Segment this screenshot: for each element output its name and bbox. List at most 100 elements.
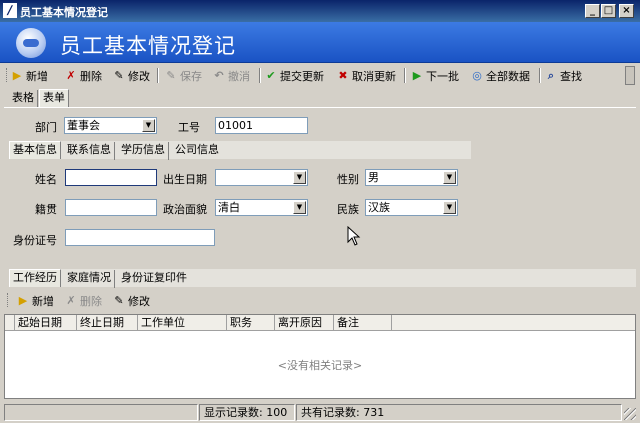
tab-basic-info[interactable]: 基本信息 [9, 141, 61, 159]
toolbar-button-label: 下一批 [426, 69, 459, 83]
grid-header: 起始日期 终止日期 工作单位 职务 离开原因 备注 [5, 315, 635, 331]
department-select[interactable]: 董事会 ▼ [64, 117, 157, 134]
toolbar-add-button[interactable]: ▶ 新增 [10, 67, 48, 84]
column-header-remarks[interactable]: 备注 [334, 315, 392, 330]
delete-icon: ✗ [66, 68, 76, 82]
edit-icon: ✎ [114, 68, 124, 82]
political-status-select[interactable]: 清白 ▼ [215, 199, 308, 216]
add-icon: ▶ [18, 293, 28, 307]
tab-family[interactable]: 家庭情况 [64, 270, 115, 288]
toolbar-button-label: 撤消 [228, 69, 250, 83]
column-header-leave-reason[interactable]: 离开原因 [275, 315, 334, 330]
window-title: 员工基本情况登记 [20, 6, 108, 19]
sub-toolbar-edit-button[interactable]: ✎ 修改 [112, 292, 150, 309]
column-header-end-date[interactable]: 终止日期 [77, 315, 138, 330]
department-value: 董事会 [67, 119, 100, 132]
tab-education-info[interactable]: 学历信息 [118, 142, 169, 160]
maximize-button[interactable]: □ [601, 4, 616, 18]
department-label: 部门 [35, 121, 57, 134]
political-status-label: 政治面貌 [163, 203, 207, 216]
birthdate-picker[interactable]: ▼ [215, 169, 308, 186]
chevron-down-icon[interactable]: ▼ [443, 201, 456, 214]
gender-select[interactable]: 男 ▼ [365, 169, 458, 186]
native-place-field[interactable] [65, 199, 157, 216]
check-icon: ✔ [266, 68, 276, 82]
banner-logo-icon [16, 28, 46, 58]
resize-grip[interactable] [624, 408, 636, 420]
edit-icon: ✎ [114, 293, 124, 307]
column-header-position[interactable]: 职务 [227, 315, 275, 330]
delete-icon: ✗ [66, 293, 76, 307]
tab-company-info[interactable]: 公司信息 [172, 142, 222, 160]
employee-no-label: 工号 [178, 121, 200, 134]
divider [4, 107, 636, 108]
column-header-employer[interactable]: 工作单位 [138, 315, 227, 330]
toolbar-button-label: 新增 [32, 294, 54, 308]
status-cell-blank [4, 404, 198, 421]
close-button[interactable]: × [619, 4, 634, 18]
toolbar-button-label: 保存 [180, 69, 202, 83]
toolbar-overflow-button[interactable] [625, 66, 635, 85]
toolbar-button-label: 查找 [560, 69, 582, 83]
tab-id-card-copy[interactable]: 身份证复印件 [118, 270, 190, 288]
next-batch-icon: ▶ [412, 68, 422, 82]
header-banner: 员工基本情况登记 [0, 22, 640, 63]
toolbar-button-label: 取消更新 [352, 69, 396, 83]
native-place-label: 籍贯 [35, 203, 57, 216]
chevron-down-icon[interactable]: ▼ [142, 119, 155, 132]
banner-title: 员工基本情况登记 [60, 34, 236, 58]
tab-work-history[interactable]: 工作经历 [9, 269, 61, 287]
toolbar-button-label: 修改 [128, 294, 150, 308]
toolbar-check-button[interactable]: ✔ 提交更新 [264, 67, 324, 84]
shown-records-count: 显示记录数: 100 [199, 404, 295, 421]
name-label: 姓名 [35, 173, 57, 186]
toolbar-grip[interactable] [7, 293, 10, 307]
toolbar-button-label: 删除 [80, 69, 102, 83]
tab-grid-view[interactable]: 表格 [9, 90, 38, 108]
toolbar-undo-button[interactable]: ↶ 撤消 [212, 67, 250, 84]
tab-form-view[interactable]: 表单 [39, 89, 69, 107]
sub-toolbar-delete-button[interactable]: ✗ 删除 [64, 292, 102, 309]
toolbar-next-batch-button[interactable]: ▶ 下一批 [410, 67, 459, 84]
tab-contact-info[interactable]: 联系信息 [64, 142, 115, 160]
undo-icon: ↶ [214, 68, 224, 82]
id-card-field[interactable] [65, 229, 215, 246]
toolbar-grip[interactable] [6, 68, 9, 82]
chevron-down-icon[interactable]: ▼ [443, 171, 456, 184]
toolbar-separator [539, 68, 541, 83]
toolbar-all-data-button[interactable]: ◎ 全部数据 [470, 67, 530, 84]
main-toolbar: ▶ 新增 ✗ 删除 ✎ 修改 ✎ 保存 ↶ 撤消 ✔ 提交更新 ✖ 取消更新 ▶ 下一批 ◎ 全部数据 ⌕ 查找 [0, 64, 640, 86]
toolbar-edit-button[interactable]: ✎ 修改 [112, 67, 150, 84]
ethnic-group-label: 民族 [337, 203, 359, 216]
grid-empty-message: <没有相关记录> [277, 359, 363, 372]
ethnic-group-value: 汉族 [368, 201, 390, 214]
work-history-grid[interactable]: 起始日期 终止日期 工作单位 职务 离开原因 备注 <没有相关记录> [4, 314, 636, 399]
name-field[interactable] [65, 169, 157, 186]
all-data-icon: ◎ [472, 68, 482, 82]
chevron-down-icon[interactable]: ▼ [293, 201, 306, 214]
chevron-down-icon[interactable]: ▼ [293, 171, 306, 184]
mouse-cursor-icon [347, 226, 361, 246]
cancel-icon: ✖ [338, 68, 348, 82]
sub-toolbar-add-button[interactable]: ▶ 新增 [16, 292, 54, 309]
toolbar-search-button[interactable]: ⌕ 查找 [544, 67, 582, 84]
toolbar-separator [404, 68, 406, 83]
toolbar-button-label: 新增 [26, 69, 48, 83]
save-icon: ✎ [166, 68, 176, 82]
column-header-start-date[interactable]: 起始日期 [15, 315, 77, 330]
id-card-label: 身份证号 [13, 234, 57, 247]
minimize-button[interactable]: _ [585, 4, 600, 18]
add-icon: ▶ [12, 68, 22, 82]
gender-value: 男 [368, 171, 379, 184]
toolbar-button-label: 全部数据 [486, 69, 530, 83]
ethnic-group-select[interactable]: 汉族 ▼ [365, 199, 458, 216]
search-icon: ⌕ [547, 68, 555, 82]
toolbar-delete-button[interactable]: ✗ 删除 [64, 67, 102, 84]
app-icon: ∕ [3, 3, 17, 18]
toolbar-button-label: 删除 [80, 294, 102, 308]
toolbar-button-label: 提交更新 [280, 69, 324, 83]
toolbar-cancel-button[interactable]: ✖ 取消更新 [336, 67, 396, 84]
employee-no-field[interactable]: 01001 [215, 117, 308, 134]
political-status-value: 清白 [218, 201, 240, 214]
toolbar-save-button[interactable]: ✎ 保存 [164, 67, 202, 84]
